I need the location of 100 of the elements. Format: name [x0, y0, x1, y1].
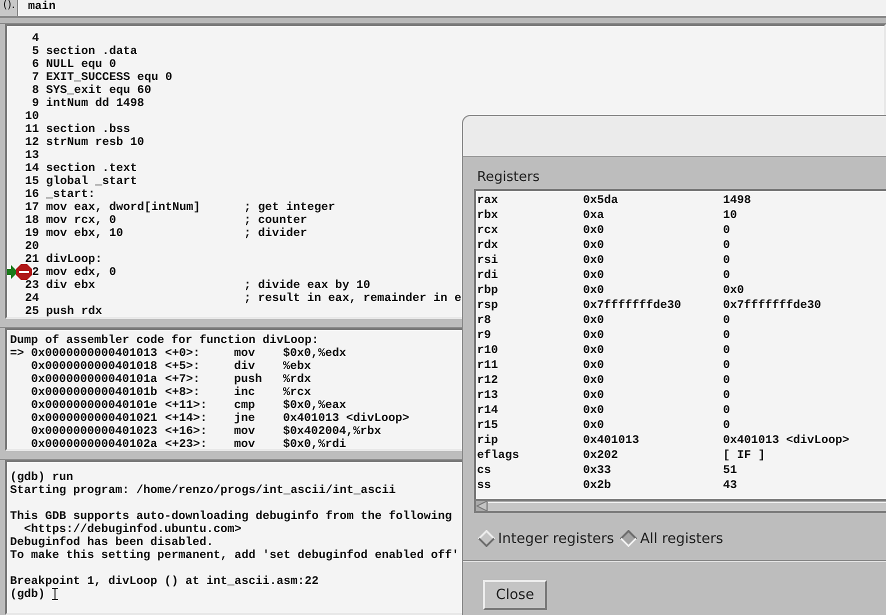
mnemonic-text: inc	[234, 386, 256, 399]
address-text: 0x000000000040102a	[31, 438, 158, 450]
argument-field[interactable]: main	[18, 0, 886, 16]
current-marker: =>	[10, 346, 24, 360]
close-button[interactable]: Close	[483, 580, 547, 610]
code-comment: ; counter	[244, 214, 308, 228]
register-value: 0x401013 <divLoop>	[723, 433, 850, 448]
register-hex-value: 0x0	[583, 313, 606, 328]
line-number: 20	[24, 240, 39, 254]
register-value: 0x7fffffffde30	[723, 298, 822, 313]
register-hex-value: 0x33	[583, 463, 612, 478]
address-text: 0x000000000040101e	[31, 398, 158, 412]
code-comment: ; get integer	[244, 201, 336, 214]
line-number: 10	[24, 110, 39, 124]
operands-text: $0x402004,%rbx	[283, 424, 382, 438]
line-number: 25	[24, 305, 39, 318]
line-number: 15	[24, 175, 39, 188]
register-value: 1498	[723, 193, 752, 208]
code-text: global _start	[46, 175, 138, 188]
code-text: strNum resb 10	[46, 136, 146, 150]
register-name: rdi	[477, 268, 500, 283]
register-hex-value: 0x0	[583, 283, 606, 298]
horizontal-scrollbar[interactable]	[474, 499, 886, 513]
register-name: ss	[477, 478, 492, 493]
register-hex-value: 0x0	[583, 268, 606, 283]
register-name: cs	[477, 463, 492, 478]
console-line: Breakpoint 1, divLoop () at int_ascii.asm:22	[10, 574, 319, 588]
address-text: 0x000000000040101b	[31, 386, 158, 399]
code-text: intNum dd 1498	[46, 97, 146, 110]
console-line: Debuginfod has been disabled.	[10, 536, 214, 549]
register-value: [ IF ]	[723, 448, 766, 463]
argument-label: ().	[0, 0, 18, 16]
mnemonic-text: mov	[234, 346, 256, 360]
register-value: 43	[723, 478, 738, 493]
line-number: 24	[24, 292, 39, 306]
code-comment: ; divide eax by 10	[244, 279, 370, 292]
register-name: rsp	[477, 298, 500, 313]
code-comment: ; divider	[244, 227, 308, 240]
line-number: 9	[30, 97, 39, 110]
register-value: 0	[723, 328, 732, 343]
offset-text: <+16>:	[165, 424, 208, 438]
radio-option[interactable]: Integer registers	[478, 530, 614, 547]
register-value: 0	[723, 253, 732, 268]
register-name: r15	[477, 418, 500, 433]
line-number: 8	[30, 84, 39, 98]
offset-text: <+14>:	[165, 412, 208, 425]
register-name: r14	[477, 403, 500, 418]
register-value: 0	[723, 268, 732, 283]
address-text: 0x000000000040101a	[31, 372, 158, 386]
code-text: mov eax, dword[intNum]	[46, 201, 202, 214]
mnemonic-text: cmp	[234, 398, 256, 412]
mnemonic-text: mov	[234, 438, 256, 450]
register-name: rax	[477, 193, 500, 208]
offset-text: <+23>:	[165, 438, 208, 450]
dialog-title: Registers	[477, 168, 541, 186]
line-number: 11	[24, 123, 39, 136]
console-line: To make this setting permanent, add 'set debuginfod enabled off'	[10, 548, 459, 562]
address-text: 0x0000000000401021	[31, 412, 158, 425]
register-name: rbx	[477, 208, 500, 223]
console-line: This GDB supports auto-downloading debuginfo from the following	[10, 510, 452, 523]
register-value: 51	[723, 463, 738, 478]
register-value: 0	[723, 373, 732, 388]
code-text: mov rcx, 0	[46, 214, 118, 228]
register-hex-value: 0x0	[583, 403, 606, 418]
radio-option[interactable]: All registers	[620, 530, 724, 547]
offset-text: <+7>:	[165, 372, 202, 386]
disassembly-title: Dump of assembler code for function divLoop:	[10, 334, 319, 347]
register-value: 0	[723, 418, 732, 433]
scroll-left-icon[interactable]	[476, 501, 488, 511]
line-number: 19	[24, 227, 39, 240]
operands-text: 0x401013 <divLoop>	[283, 412, 410, 425]
register-name: eflags	[477, 448, 520, 463]
offset-text: <+8>:	[165, 386, 202, 399]
line-number: 4	[30, 32, 39, 46]
console-prompt: (gdb)	[10, 588, 46, 601]
register-name: rdx	[477, 238, 500, 253]
register-value: 0	[723, 223, 732, 238]
line-number: 17	[24, 201, 39, 214]
offset-text: <+5>:	[165, 360, 202, 373]
code-text: SYS_exit equ 60	[46, 84, 152, 98]
code-text: mov edx, 0	[46, 266, 118, 280]
line-number: 23	[24, 279, 39, 292]
line-number: 13	[24, 149, 39, 162]
register-name: r13	[477, 388, 500, 403]
register-value: 0	[723, 238, 732, 253]
register-hex-value: 0x0	[583, 373, 606, 388]
register-value: 0	[723, 358, 732, 373]
register-name: rbp	[477, 283, 500, 298]
mnemonic-text: push	[234, 372, 264, 386]
code-text: section .bss	[46, 123, 132, 136]
line-number: 7	[30, 71, 39, 84]
register-name: r11	[477, 358, 500, 373]
register-name: rcx	[477, 223, 500, 238]
console-line: (gdb) run	[10, 470, 74, 484]
register-hex-value: 0x0	[583, 418, 606, 433]
register-value: 10	[723, 208, 738, 223]
line-number: 12	[24, 136, 39, 150]
register-hex-value: 0x0	[583, 343, 606, 358]
register-value: 0	[723, 313, 732, 328]
register-hex-value: 0xa	[583, 208, 606, 223]
